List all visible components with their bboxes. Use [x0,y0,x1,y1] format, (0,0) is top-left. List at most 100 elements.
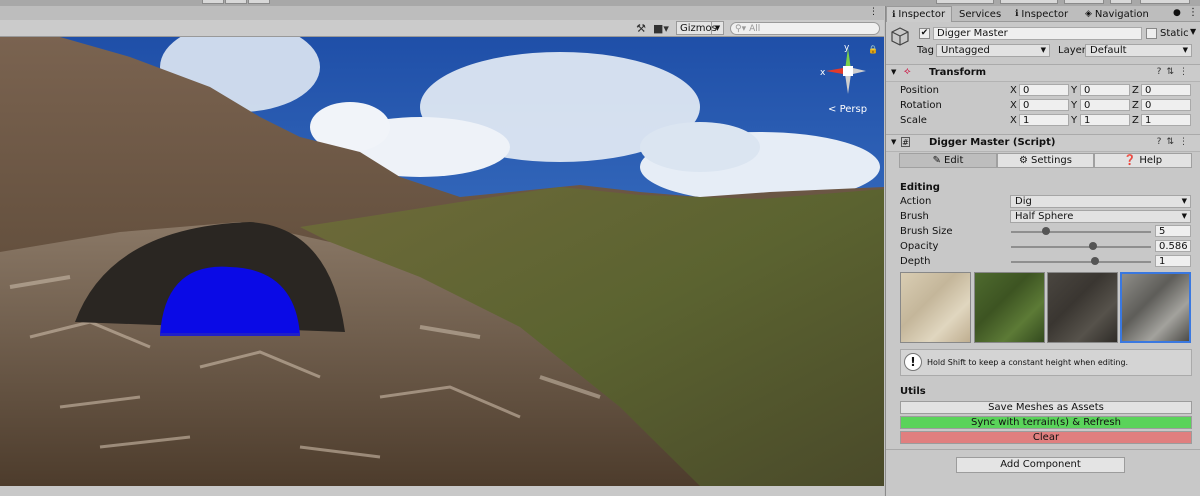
axis-z-label[interactable]: Z [1132,100,1139,111]
brush-size-slider-handle[interactable] [1042,227,1050,235]
camera-icon[interactable]: ■▾ [652,20,670,36]
texture-swatch-sand[interactable] [900,272,971,343]
brush-size-slider[interactable] [1011,231,1151,233]
utils-heading: Utils [900,386,926,397]
lock-icon[interactable]: 🔒 [868,45,878,54]
component-header-icons[interactable]: ?⇅⋮ [1157,67,1193,77]
transform-row-label: Position [900,85,939,96]
scene-bottom-bar [0,486,884,496]
texture-swatch-dirt[interactable] [1047,272,1118,343]
axis-z-label[interactable]: Z [1132,115,1139,126]
sync-terrain-button[interactable]: Sync with terrain(s) & Refresh [900,416,1192,429]
transform-z-field[interactable]: 0 [1141,84,1191,96]
brush-size-field[interactable]: 5 [1155,225,1191,237]
texture-swatch-rock-selected[interactable] [1120,272,1191,343]
more-options-icon[interactable]: ⋮ [1188,7,1198,18]
static-checkbox[interactable] [1146,28,1157,39]
tag-dropdown[interactable]: Untagged ▼ [936,44,1050,57]
texture-swatch-grass[interactable] [974,272,1045,343]
transform-x-field[interactable]: 0 [1019,99,1069,111]
edit-tab-button[interactable]: ✎ Edit [899,153,997,168]
active-checkbox[interactable]: ✔ [919,28,930,39]
transform-x-field[interactable]: 1 [1019,114,1069,126]
axis-x-label[interactable]: X [1010,100,1017,111]
search-input[interactable]: ⚲▾ All [730,22,880,35]
opacity-slider-handle[interactable] [1089,242,1098,250]
script-icon: # [901,137,910,147]
axis-y-label[interactable]: Y [1071,85,1077,96]
play-button[interactable] [202,0,224,4]
tab-inspector[interactable]: ℹ Inspector [886,6,952,22]
add-component-button[interactable]: Add Component [956,457,1125,473]
scene-viewport[interactable] [0,37,884,486]
scene-orientation-gizmo[interactable]: x y 🔒 [818,42,878,102]
layout-dropdown[interactable] [1000,0,1058,4]
transform-z-field[interactable]: 0 [1141,99,1191,111]
transform-z-field[interactable]: 1 [1141,114,1191,126]
transform-x-field[interactable]: 0 [1019,84,1069,96]
navigation-icon: ◈ [1085,9,1092,19]
gizmo-x-label: x [820,68,826,78]
chevron-down-icon: ▼ [1040,46,1046,54]
transform-y-field[interactable]: 0 [1080,99,1130,111]
script-header[interactable]: ▼ # Digger Master (Script) ?⇅⋮ [886,134,1200,152]
perspective-label[interactable]: < Persp [828,104,867,115]
foldout-arrow-icon[interactable]: ▼ [891,138,896,146]
tab-inspector-2[interactable]: ℹ Inspector [1010,6,1078,22]
clear-button[interactable]: Clear [900,431,1192,444]
axis-z-label[interactable]: Z [1132,85,1139,96]
step-button[interactable] [248,0,270,4]
brush-label: Brush [900,211,929,222]
action-dropdown[interactable]: Dig ▼ [1010,195,1191,208]
chevron-down-icon: ▼ [711,22,723,34]
foldout-arrow-icon[interactable]: ▼ [891,68,896,76]
layer-label: Layer [1058,45,1086,56]
layer-value: Default [1090,45,1127,56]
action-label: Action [900,196,932,207]
depth-slider[interactable] [1011,261,1151,263]
settings-tab-button[interactable]: ⚙ Settings [997,153,1094,168]
cloud-button[interactable] [1110,0,1132,4]
component-header-icons[interactable]: ?⇅⋮ [1157,137,1193,147]
axis-y-label[interactable]: Y [1071,100,1077,111]
tools-icon[interactable]: ⚒ [632,20,650,36]
info-icon: ℹ [892,9,896,20]
transform-title: Transform [929,67,987,78]
warning-icon: ! [904,353,922,371]
depth-slider-handle[interactable] [1091,257,1099,265]
chevron-down-icon[interactable]: ▼ [1190,27,1196,36]
inspector-panel: ℹ Inspector Services ℹ Inspector ◈ Navig… [885,6,1200,496]
pause-button[interactable] [225,0,247,4]
chevron-down-icon: ▼ [1181,212,1187,220]
layers-dropdown[interactable] [936,0,994,4]
transform-row-label: Scale [900,115,927,126]
tab-inspector-label: Inspector [898,9,946,20]
edit-tab-label: Edit [944,155,964,166]
axis-x-label[interactable]: X [1010,115,1017,126]
axis-y-label[interactable]: Y [1071,115,1077,126]
help-tab-button[interactable]: ❓ Help [1094,153,1192,168]
opacity-slider[interactable] [1011,246,1151,248]
help-box: ! Hold Shift to keep a constant height w… [900,349,1192,376]
save-meshes-button[interactable]: Save Meshes as Assets [900,401,1192,414]
lock-icon[interactable]: ● [1173,8,1181,18]
transform-y-field[interactable]: 1 [1080,114,1130,126]
tab-navigation[interactable]: ◈ Navigation [1080,6,1160,22]
gizmos-dropdown[interactable]: Gizmos ▼ [676,21,724,35]
scene-toolbar: ⚒ ■▾ Gizmos ▼ ⚲▾ All [0,20,884,37]
tab-services[interactable]: Services [954,6,1004,22]
object-name-field[interactable]: Digger Master [933,27,1142,40]
layer-dropdown[interactable]: Default ▼ [1085,44,1192,57]
account-button[interactable] [1064,0,1104,4]
more-options-icon[interactable]: ⋮ [869,7,878,17]
transform-header[interactable]: ▼ ⟡ Transform ?⇅⋮ [886,64,1200,82]
axis-x-label[interactable]: X [1010,85,1017,96]
depth-field[interactable]: 1 [1155,255,1191,267]
brush-dropdown[interactable]: Half Sphere ▼ [1010,210,1191,223]
inspector-tabs: ℹ Inspector Services ℹ Inspector ◈ Navig… [886,6,1200,22]
editing-heading: Editing [900,182,940,193]
opacity-field[interactable]: 0.586 [1155,240,1191,252]
collab-button[interactable] [1140,0,1190,4]
persp-text: Persp [839,104,868,115]
transform-y-field[interactable]: 0 [1080,84,1130,96]
